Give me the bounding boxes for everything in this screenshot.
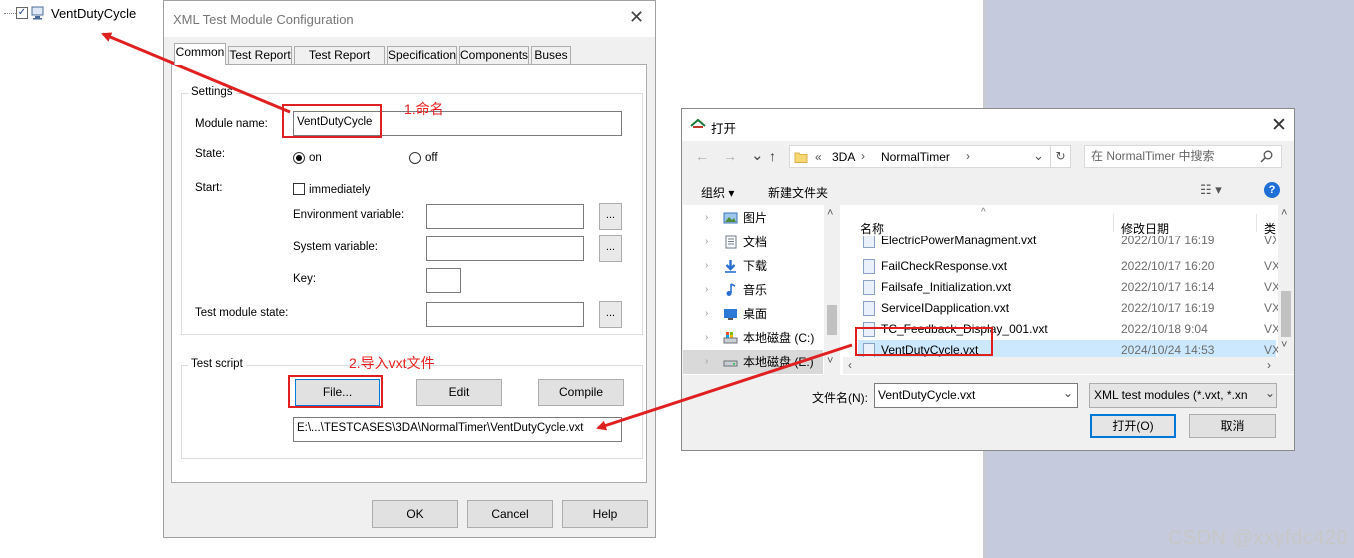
- annotation-arrows: [101, 32, 853, 431]
- watermark: CSDN @xxyfdc420: [1167, 527, 1348, 549]
- arrow-to-path-field: [596, 343, 853, 431]
- tab-common[interactable]: Common: [174, 43, 226, 65]
